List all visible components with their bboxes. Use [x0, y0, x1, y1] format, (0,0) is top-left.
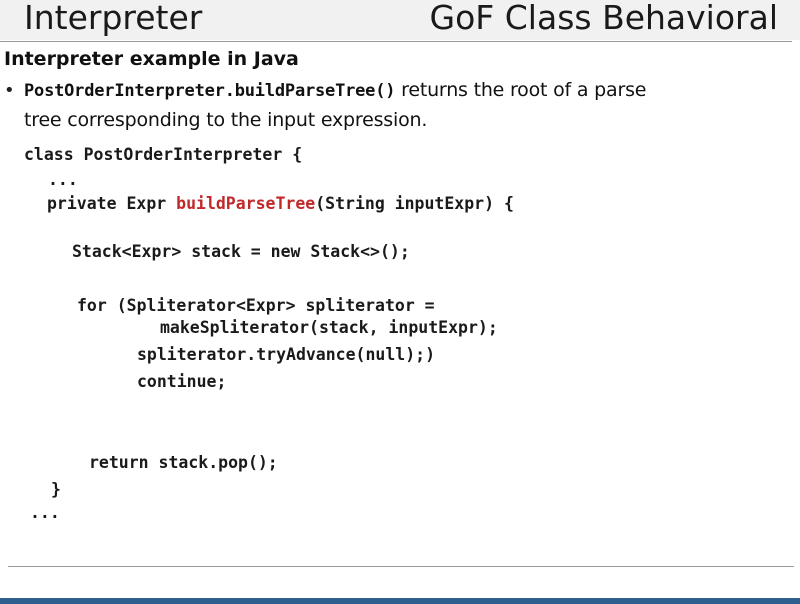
code-line: makeSpliterator(stack, inputExpr); [160, 318, 498, 337]
bullet-text-line-2: tree corresponding to the input expressi… [24, 109, 428, 131]
slide-title: Interpreter [24, 0, 203, 37]
code-token: (String inputExpr) { [315, 194, 514, 213]
code-line: ... [48, 170, 78, 189]
footer-divider [8, 566, 794, 567]
bullet-icon: • [4, 80, 15, 101]
code-token: private Expr [47, 194, 177, 213]
code-line: Stack<Expr> stack = new Stack<>(); [72, 242, 410, 261]
footer-bar [0, 598, 800, 604]
bullet-code: PostOrderInterpreter.buildParseTree() [24, 81, 396, 101]
slide-subtitle: Interpreter example in Java [4, 48, 299, 70]
bullet-text-line-1: PostOrderInterpreter.buildParseTree() re… [24, 79, 646, 101]
highlighted-method-name: buildParseTree [176, 194, 316, 213]
slide-category: GoF Class Behavioral [429, 0, 778, 37]
code-line: } [51, 480, 61, 499]
bullet-text-1: returns the root of a parse [395, 79, 647, 101]
code-line: continue; [137, 372, 227, 391]
code-line: spliterator.tryAdvance(null);) [137, 345, 436, 364]
code-line: for (Spliterator<Expr> spliterator = [77, 296, 435, 315]
header-divider [0, 41, 792, 42]
code-line: return stack.pop(); [89, 453, 278, 472]
code-line: class PostOrderInterpreter { [24, 145, 303, 164]
code-line: ... [30, 503, 60, 522]
slide-header: Interpreter GoF Class Behavioral [0, 0, 800, 40]
code-line: private Expr buildParseTree(String input… [47, 194, 514, 213]
